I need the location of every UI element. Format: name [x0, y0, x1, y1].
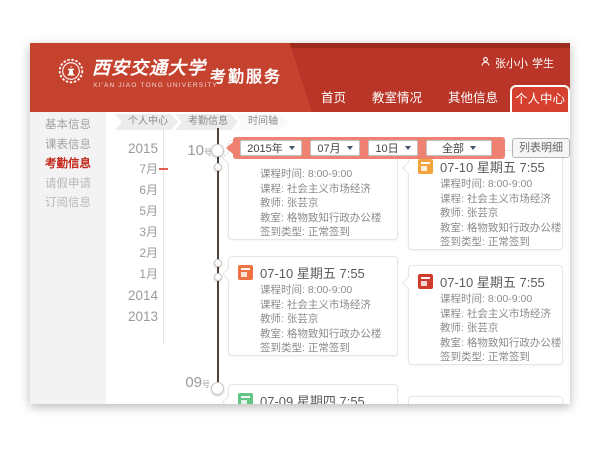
- card-row-signin-type: 签到类型: 正常签到: [260, 225, 381, 240]
- timeline-node-day10[interactable]: [211, 144, 224, 157]
- card-row-room: 教室: 格物致知行政办公楼: [260, 327, 381, 342]
- scale-axis-line: [163, 124, 164, 344]
- timeline-node-small-3: [214, 273, 222, 281]
- attendance-card[interactable]: 07-10 星期五 7:55 课程时间: 8:00-9:00 课程: 社会主义市…: [408, 265, 563, 365]
- card-row-course: 课程: 社会主义市场经济: [260, 182, 381, 197]
- chevron-down-icon: [470, 146, 476, 150]
- card-arrow: [401, 276, 415, 290]
- day-select[interactable]: 10日: [368, 140, 418, 156]
- chevron-down-icon: [289, 146, 295, 150]
- chevron-down-icon: [405, 146, 411, 150]
- card-row-course: 课程: 社会主义市场经济: [440, 192, 561, 207]
- user-name: 张小小: [495, 55, 528, 71]
- screen: 西安交通大学 XI'AN JIAO TONG UNIVERSITY 考勤服务 张…: [0, 0, 600, 450]
- sidebar: 基本信息 课表信息 考勤信息 请假申请 订阅信息: [30, 112, 106, 404]
- filter-bar: 2015年 07月 10日 全部: [233, 137, 505, 159]
- attendance-card[interactable]: 07-10 星期五 7:55 课程时间: 8:00-9:00 课程: 社会主义市…: [228, 256, 398, 356]
- scale-month-jun[interactable]: 6月: [110, 180, 158, 201]
- card-row-course: 课程: 社会主义市场经济: [260, 298, 381, 313]
- attendance-card[interactable]: 07-10 星期五 7:55 课程时间: 8:00-9:00 课程: 社会主义市…: [408, 150, 563, 250]
- card-date-title: 07-09 星期四 7:55: [260, 391, 365, 404]
- card-row-room: 教室: 格物致知行政办公楼: [440, 221, 561, 236]
- breadcrumb-attendance-info[interactable]: 考勤信息: [175, 114, 238, 130]
- card-row-time: 课程时间: 8:00-9:00: [440, 177, 561, 192]
- university-name-en: XI'AN JIAO TONG UNIVERSITY: [93, 82, 218, 89]
- breadcrumb-timeline[interactable]: 时间轴: [235, 114, 288, 130]
- calendar-icon: [238, 393, 253, 404]
- university-logo-icon: [58, 58, 84, 84]
- main-nav: 首页 教室情况 其他信息 个人中心: [321, 85, 570, 112]
- day-label-10: 10号: [176, 142, 212, 159]
- calendar-icon: [418, 274, 433, 289]
- card-row-teacher: 教师: 张芸京: [440, 206, 561, 221]
- card-row-course: 课程: 社会主义市场经济: [440, 307, 561, 322]
- scale-year-2014[interactable]: 2014: [110, 285, 158, 306]
- user-role: 学生: [532, 55, 554, 71]
- card-row-signin-type: 签到类型: 正常签到: [440, 235, 561, 250]
- sidebar-item-leave-request[interactable]: 请假申请: [30, 175, 106, 195]
- sidebar-item-subscription[interactable]: 订阅信息: [30, 194, 106, 214]
- month-select[interactable]: 07月: [310, 140, 360, 156]
- app-window: 西安交通大学 XI'AN JIAO TONG UNIVERSITY 考勤服务 张…: [30, 43, 570, 404]
- timeline-node-small-1: [214, 163, 222, 171]
- university-name-cn: 西安交通大学: [92, 54, 206, 80]
- card-date-title: 07-10 星期五 7:55: [440, 272, 545, 291]
- user-info[interactable]: 张小小 学生: [480, 55, 554, 71]
- card-row-time: 课程时间: 8:00-9:00: [260, 167, 381, 182]
- sidebar-item-attendance[interactable]: 考勤信息: [30, 155, 106, 175]
- scale-month-jul[interactable]: 7月: [110, 159, 158, 180]
- card-row-room: 教室: 格物致知行政办公楼: [260, 211, 381, 226]
- card-arrow: [221, 395, 235, 404]
- card-row-teacher: 教师: 张芸京: [440, 321, 561, 336]
- timeline-node-small-2: [214, 259, 222, 267]
- card-row-signin-type: 签到类型: 正常签到: [260, 341, 381, 356]
- scale-year-2015[interactable]: 2015: [110, 138, 158, 159]
- day-label-09: 09号: [174, 374, 210, 391]
- breadcrumb: 个人中心 考勤信息 时间轴: [115, 114, 285, 130]
- list-detail-button[interactable]: 列表明细: [512, 138, 570, 158]
- card-row-teacher: 教师: 张芸京: [260, 196, 381, 211]
- calendar-icon: [238, 265, 253, 280]
- card-arrow: [401, 161, 415, 175]
- type-select[interactable]: 全部: [426, 140, 492, 156]
- card-arrow: [221, 267, 235, 281]
- current-month-tick: [159, 168, 168, 170]
- service-title: 考勤服务: [210, 63, 282, 87]
- nav-personal-center-active-tab[interactable]: 个人中心: [510, 85, 570, 112]
- app-header: 西安交通大学 XI'AN JIAO TONG UNIVERSITY 考勤服务 张…: [30, 43, 570, 112]
- card-row-teacher: 教师: 张芸京: [260, 312, 381, 327]
- scale-month-mar[interactable]: 3月: [110, 222, 158, 243]
- card-row-time: 课程时间: 8:00-9:00: [440, 292, 561, 307]
- calendar-icon: [418, 159, 433, 174]
- scale-month-jan[interactable]: 1月: [110, 264, 158, 285]
- content-area: 基本信息 课表信息 考勤信息 请假申请 订阅信息 个人中心 考勤信息 时间轴 2…: [30, 112, 570, 404]
- nav-other-info[interactable]: 其他信息: [448, 85, 498, 112]
- card-date-title: 07-10 星期五 7:55: [260, 263, 365, 282]
- card-row-time: 课程时间: 8:00-9:00: [260, 283, 381, 298]
- person-icon: [480, 56, 491, 70]
- sidebar-item-timetable[interactable]: 课表信息: [30, 136, 106, 156]
- nav-classrooms[interactable]: 教室情况: [372, 85, 422, 112]
- card-row-signin-type: 签到类型: 正常签到: [440, 350, 561, 365]
- sidebar-item-basic-info[interactable]: 基本信息: [30, 116, 106, 136]
- breadcrumb-personal-center[interactable]: 个人中心: [115, 114, 178, 130]
- attendance-card[interactable]: [408, 396, 563, 404]
- chevron-down-icon: [347, 146, 353, 150]
- attendance-card[interactable]: 07-09 星期四 7:55: [228, 384, 398, 404]
- nav-home[interactable]: 首页: [321, 85, 346, 112]
- card-row-room: 教室: 格物致知行政办公楼: [440, 336, 561, 351]
- timeline-scale: 2015 7月 6月 5月 3月 2月 1月 2014 2013: [110, 138, 158, 327]
- card-date-title: 07-10 星期五 7:55: [440, 157, 545, 176]
- scale-month-feb[interactable]: 2月: [110, 243, 158, 264]
- scale-month-may[interactable]: 5月: [110, 201, 158, 222]
- filter-bar-arrow: [226, 142, 233, 154]
- timeline-node-day09[interactable]: [211, 382, 224, 395]
- scale-year-2013[interactable]: 2013: [110, 306, 158, 327]
- year-select[interactable]: 2015年: [240, 140, 302, 156]
